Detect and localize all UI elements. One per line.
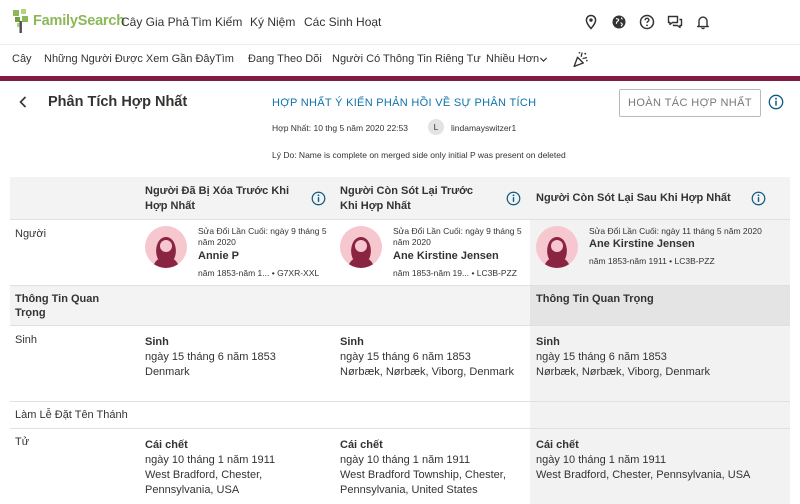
death-survived-after: Cái chết ngày 10 tháng 1 năm 1911 West B… xyxy=(536,438,786,483)
info-icon[interactable] xyxy=(768,94,784,110)
row-divider xyxy=(10,428,790,429)
event-place: West Bradford, Chester, Pennsylvania, US… xyxy=(145,469,263,496)
subnav-tree[interactable]: Cây xyxy=(12,53,32,65)
info-icon[interactable] xyxy=(506,191,521,206)
event-type: Cái chết xyxy=(536,439,579,451)
person-years: năm 1853-năm 19... xyxy=(393,268,470,278)
event-place: West Bradford Township, Chester, Pennsyl… xyxy=(340,469,506,496)
row-divider xyxy=(10,401,790,402)
event-place: Nørbæk, Nørbæk, Viborg, Denmark xyxy=(340,366,515,378)
event-date: ngày 15 tháng 6 năm 1853 xyxy=(340,351,471,363)
merge-username[interactable]: lindamayswitzer1 xyxy=(451,123,516,133)
person-name[interactable]: Ane Kirstine Jensen xyxy=(589,238,695,250)
location-pin-icon[interactable] xyxy=(583,14,599,30)
event-type: Sinh xyxy=(340,336,364,348)
back-chevron-icon[interactable] xyxy=(16,94,30,110)
person-id[interactable]: LC3B-PZZ xyxy=(477,268,517,278)
merged-date: Hợp Nhất: 10 thg 5 năm 2020 22:53 xyxy=(272,123,408,133)
undo-merge-button[interactable]: HOÀN TÁC HỢP NHẤT xyxy=(619,89,761,117)
tree-logo-icon xyxy=(13,9,28,33)
event-place: Denmark xyxy=(145,366,190,378)
row-label-birth: Sinh xyxy=(15,334,38,346)
last-edited: Sửa Đổi Lần Cuối: ngày 11 tháng 5 năm 20… xyxy=(589,226,762,236)
merge-reason: Lý Do: Name is complete on merged side o… xyxy=(272,150,566,160)
event-type: Sinh xyxy=(145,336,169,348)
nav-search[interactable]: Tìm Kiếm xyxy=(191,15,242,29)
death-deleted: Cái chết ngày 10 tháng 1 năm 1911 West B… xyxy=(145,438,320,498)
column-deleted-header: Người Đã Bị Xóa Trước Khi Hợp Nhất xyxy=(145,185,290,212)
column-survived-after-header: Người Còn Sót Lại Sau Khi Hợp Nhất xyxy=(536,192,731,204)
nav-memories[interactable]: Ký Niệm xyxy=(250,15,295,29)
birth-deleted: Sinh ngày 15 tháng 6 năm 1853 Denmark xyxy=(145,335,325,380)
section-vital-info: Thông Tin Quan Trọng xyxy=(15,293,100,319)
familysearch-logo[interactable]: FamilySearch xyxy=(12,8,125,34)
row-divider xyxy=(10,285,790,286)
brand-name: FamilySearch xyxy=(33,13,125,29)
info-icon[interactable] xyxy=(751,191,766,206)
row-label-death: Tử xyxy=(15,436,30,448)
nav-family-tree[interactable]: Cây Gia Phả xyxy=(121,15,189,29)
subnav-more[interactable]: Nhiều Hơn xyxy=(486,53,539,65)
person-id[interactable]: G7XR-XXL xyxy=(277,268,319,278)
subnav-recently-viewed[interactable]: Những Người Được Xem Gần Đây xyxy=(44,53,215,65)
page-title: Phân Tích Hợp Nhất xyxy=(48,94,188,110)
person-years: năm 1853-năm 1911 xyxy=(589,256,667,266)
female-avatar-icon xyxy=(145,226,187,268)
section-vital-info-after: Thông Tin Quan Trọng xyxy=(536,293,654,305)
event-date: ngày 10 tháng 1 năm 1911 xyxy=(340,454,471,466)
birth-survived-after: Sinh ngày 15 tháng 6 năm 1853 Nørbæk, Nø… xyxy=(536,335,776,380)
event-date: ngày 15 tháng 6 năm 1853 xyxy=(145,351,276,363)
row-label-christening: Làm Lễ Đặt Tên Thánh xyxy=(15,409,128,421)
celebration-party-icon[interactable] xyxy=(572,51,589,68)
subnav-following[interactable]: Đang Theo Dõi xyxy=(248,53,322,65)
help-icon[interactable] xyxy=(639,14,655,30)
row-divider xyxy=(10,219,790,220)
merge-feedback-link[interactable]: HỢP NHẤT Ý KIẾN PHẢN HỒI VỀ SỰ PHÂN TÍCH xyxy=(272,97,536,109)
event-date: ngày 10 tháng 1 năm 1911 xyxy=(536,454,667,466)
female-avatar-icon xyxy=(536,226,578,268)
info-icon[interactable] xyxy=(311,191,326,206)
event-type: Cái chết xyxy=(145,439,188,451)
person-years: năm 1853-năm 1... xyxy=(198,268,270,278)
person-name[interactable]: Ane Kirstine Jensen xyxy=(393,250,499,262)
row-divider xyxy=(10,325,790,326)
column-survived-before-header: Người Còn Sót Lại Trước Khi Hợp Nhất xyxy=(340,185,474,212)
globe-icon[interactable] xyxy=(611,14,627,30)
nav-activities[interactable]: Các Sinh Hoạt xyxy=(304,15,381,29)
accent-bar xyxy=(0,76,800,81)
event-place: Nørbæk, Nørbæk, Viborg, Denmark xyxy=(536,366,711,378)
event-date: ngày 15 tháng 6 năm 1853 xyxy=(536,351,667,363)
person-lifespan: năm 1853-năm 19... • LC3B-PZZ xyxy=(393,268,517,278)
event-type: Sinh xyxy=(536,336,560,348)
last-edited: Sửa Đổi Lần Cuối: ngày 9 tháng 5 năm 202… xyxy=(198,226,327,247)
user-avatar: L xyxy=(428,119,444,135)
person-lifespan: năm 1853-năm 1... • G7XR-XXL xyxy=(198,268,320,278)
event-type: Cái chết xyxy=(340,439,383,451)
female-avatar-icon xyxy=(340,226,382,268)
event-date: ngày 10 tháng 1 năm 1911 xyxy=(145,454,276,466)
row-label-person: Người xyxy=(15,228,47,240)
person-id[interactable]: LC3B-PZZ xyxy=(675,256,715,266)
person-lifespan: năm 1853-năm 1911 • LC3B-PZZ xyxy=(589,256,715,266)
subnav-private-people[interactable]: Người Có Thông Tin Riêng Tư xyxy=(332,53,481,65)
notifications-bell-icon[interactable] xyxy=(695,14,711,30)
messages-icon[interactable] xyxy=(667,14,683,30)
death-survived-before: Cái chết ngày 10 tháng 1 năm 1911 West B… xyxy=(340,438,525,498)
birth-survived-before: Sinh ngày 15 tháng 6 năm 1853 Nørbæk, Nø… xyxy=(340,335,520,380)
subnav-find[interactable]: Tìm xyxy=(215,53,234,65)
chevron-down-icon[interactable] xyxy=(539,55,548,64)
person-name[interactable]: Annie P xyxy=(198,250,239,262)
last-edited: Sửa Đổi Lần Cuối: ngày 9 tháng 5 năm 202… xyxy=(393,226,522,247)
event-place: West Bradford, Chester, Pennsylvania, US… xyxy=(536,469,751,481)
